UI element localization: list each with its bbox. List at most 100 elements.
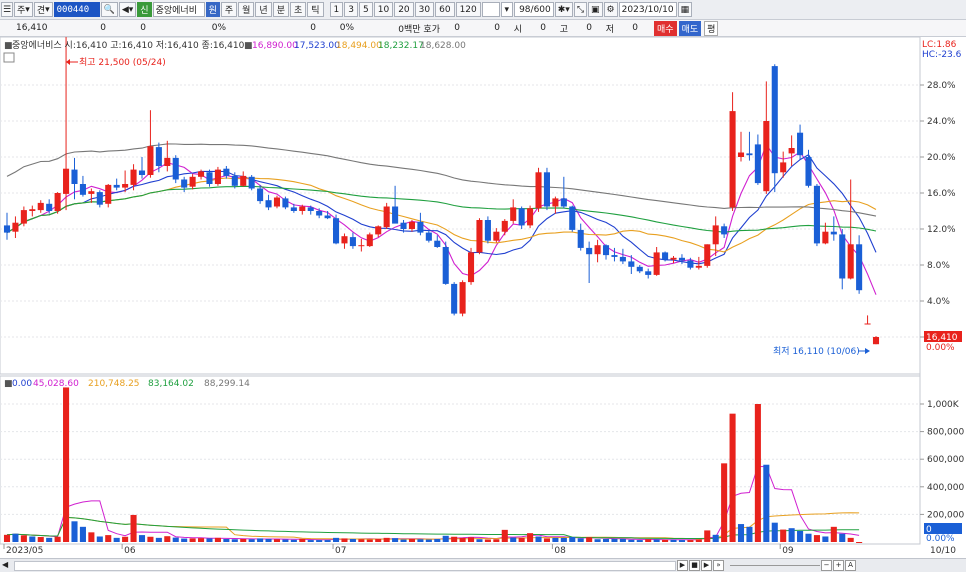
save-icon[interactable]: ▣ <box>588 2 603 17</box>
volume-bar <box>248 539 255 542</box>
scroll-track[interactable] <box>14 561 676 571</box>
x-tick-label: 09 <box>782 546 794 556</box>
volume-bar <box>434 538 441 542</box>
tab-tick[interactable]: 틱 <box>307 2 324 17</box>
candle-body <box>88 191 95 194</box>
candle-body <box>628 261 635 267</box>
candle-body <box>324 215 331 219</box>
candle-body <box>569 206 576 230</box>
quote-price: 16,410 <box>16 23 48 33</box>
high-annotation: 최고 21,500 (05/24) <box>66 57 166 68</box>
interval-30[interactable]: 30 <box>414 2 435 17</box>
interval-10[interactable]: 10 <box>373 2 394 17</box>
stop-icon[interactable]: ■ <box>689 560 700 571</box>
candle-body <box>273 197 281 207</box>
candle-body <box>687 260 694 268</box>
candle-body <box>392 206 399 224</box>
volume-bar <box>476 539 483 542</box>
play-icon[interactable]: ▶ <box>677 560 688 571</box>
candle-body <box>29 209 36 211</box>
price-volume-chart[interactable]: 28.0% 24.0% 20.0% 16.0% 12.0% 8.0% 4.0% 0.00% 1,… <box>0 37 966 559</box>
legend-vol-1: 45,028.60 <box>33 379 79 389</box>
volume-bar <box>12 533 19 542</box>
interval-1[interactable]: 1 <box>329 2 344 17</box>
custom-interval-input[interactable] <box>481 2 500 17</box>
volume-bar <box>138 535 146 542</box>
stock-code-input[interactable]: 000440 <box>53 2 100 17</box>
view-select[interactable]: 견 ▾ <box>33 2 53 17</box>
volume-bar <box>181 538 188 542</box>
volume-bar <box>670 539 677 542</box>
sell-button[interactable]: 매도 <box>678 20 702 36</box>
candle-body <box>366 234 373 247</box>
scroll-left-icon[interactable]: ◀ <box>2 560 11 570</box>
volume-panel <box>0 375 921 545</box>
volume-bar <box>856 542 863 543</box>
quote-h2: 0 <box>494 23 500 33</box>
fast-forward-icon[interactable]: » <box>713 560 724 571</box>
candle-body <box>299 206 306 211</box>
tab-second[interactable]: 초 <box>289 2 307 17</box>
market-select[interactable]: 주 ▾ <box>14 2 33 17</box>
view-label: 견 <box>36 6 46 16</box>
date-field[interactable]: 2023/10/10 <box>618 2 677 17</box>
pin-icon[interactable]: ✱▾ <box>554 2 573 17</box>
interval-3[interactable]: 3 <box>344 2 359 17</box>
zoom-in-icon[interactable]: + <box>833 560 844 571</box>
custom-interval-dropdown[interactable]: ▾ <box>500 2 513 17</box>
interval-20[interactable]: 20 <box>394 2 414 17</box>
interval-60[interactable]: 60 <box>435 2 455 17</box>
volume-bar <box>88 532 95 542</box>
candle-body <box>12 222 19 232</box>
candle-body <box>560 198 567 207</box>
volume-bar <box>662 539 669 542</box>
volume-bar <box>712 534 719 542</box>
grid-toggle-icon[interactable] <box>3 52 15 63</box>
tab-month[interactable]: 월 <box>238 2 255 17</box>
search-icon[interactable]: 🔍 <box>100 2 118 17</box>
volume-bar <box>813 535 820 542</box>
crosshair-icon[interactable]: ⤡ <box>573 2 588 17</box>
font-size-icon[interactable]: A <box>845 560 856 571</box>
calendar-icon[interactable]: ▦ <box>677 2 693 17</box>
count-value: 98 <box>519 4 531 15</box>
price-panel <box>0 37 921 375</box>
volume-bar <box>105 535 112 542</box>
buy-button[interactable]: 매수 <box>654 20 677 36</box>
legend-ma60: 18,232.17 <box>378 41 424 51</box>
stock-name-field[interactable]: 중앙에너비 <box>152 2 205 17</box>
tab-week[interactable]: 주 <box>220 2 238 17</box>
speaker-icon[interactable]: ◀▾ <box>118 2 137 17</box>
chart-scrollbar[interactable]: ◀ ▶ ■ ▶ » − + A <box>0 558 966 572</box>
volume-bar <box>341 538 348 542</box>
candle-body <box>79 184 86 195</box>
volume-bar <box>645 539 652 542</box>
volume-bar <box>316 540 323 542</box>
candle-body <box>46 203 53 211</box>
zoom-track[interactable] <box>730 561 820 569</box>
volume-bar <box>763 464 770 542</box>
tab-minute[interactable]: 분 <box>272 2 289 17</box>
candle-body <box>155 147 162 166</box>
zoom-out-icon[interactable]: − <box>821 560 832 571</box>
eval-button[interactable]: 평 <box>704 20 719 36</box>
volume-bar <box>484 539 491 542</box>
settings-icon[interactable]: ⚙ <box>603 2 618 17</box>
volume-bar <box>543 538 550 542</box>
forward-icon[interactable]: ▶ <box>701 560 712 571</box>
menu-icon[interactable]: ☰ <box>1 2 13 17</box>
candle-body <box>611 255 618 257</box>
candle-body <box>290 207 297 211</box>
volume-bar <box>3 534 11 542</box>
volume-bar <box>602 538 610 542</box>
count-input[interactable]: 98/600 <box>513 2 554 17</box>
zoom-controls: − + A <box>820 560 856 571</box>
interval-5[interactable]: 5 <box>359 2 373 17</box>
won-button[interactable]: 원 <box>205 2 220 17</box>
quote-v1: 0 <box>310 23 316 33</box>
interval-120[interactable]: 120 <box>455 2 481 17</box>
quote-rate: 0% <box>211 23 226 33</box>
volume-bar <box>746 526 753 542</box>
candle-body <box>721 226 728 235</box>
tab-year[interactable]: 년 <box>255 2 272 17</box>
